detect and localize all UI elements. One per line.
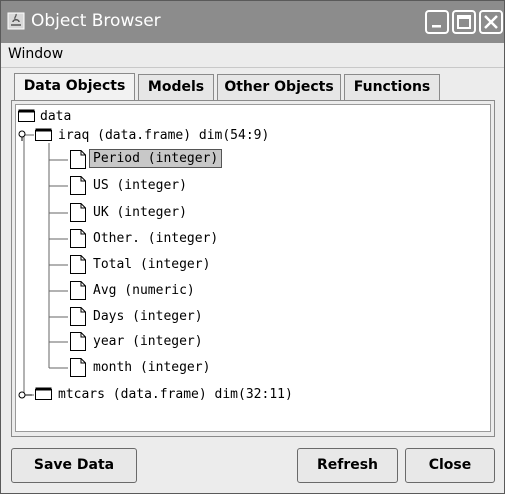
menu-bar: Window [1, 43, 504, 68]
tree-node-period[interactable]: Period (integer) [89, 149, 223, 168]
maximize-button[interactable] [452, 10, 476, 34]
folder-icon [35, 387, 52, 400]
tree-node-year[interactable]: year (integer) [93, 334, 203, 349]
menu-window[interactable]: Window [8, 46, 63, 62]
save-data-button[interactable]: Save Data [11, 448, 137, 483]
file-icon [70, 332, 86, 351]
close-window-button[interactable] [479, 10, 503, 34]
window-title: Object Browser [31, 11, 161, 31]
object-tree[interactable]: data iraq (data.frame) dim(54:9) Period … [15, 104, 491, 432]
tab-other-objects[interactable]: Other Objects [217, 74, 341, 100]
close-icon [484, 15, 498, 29]
tree-node-data[interactable]: data [40, 109, 71, 124]
tree-node-month[interactable]: month (integer) [93, 360, 210, 375]
title-bar[interactable]: Object Browser [1, 1, 504, 43]
tab-models[interactable]: Models [138, 74, 214, 100]
close-button[interactable]: Close [405, 448, 495, 483]
file-icon [70, 176, 86, 195]
file-icon [70, 307, 86, 326]
tree-node-iraq[interactable]: iraq (data.frame) dim(54:9) [58, 128, 269, 143]
tree-node-mtcars[interactable]: mtcars (data.frame) dim(32:11) [58, 387, 293, 402]
folder-icon [18, 109, 35, 122]
collapsed-handle-icon [18, 391, 32, 399]
file-icon [70, 358, 86, 377]
file-icon [70, 150, 86, 169]
tree-lines [23, 134, 68, 396]
minimize-icon [432, 25, 441, 28]
java-app-icon [7, 12, 25, 30]
tree-node-total[interactable]: Total (integer) [93, 257, 210, 272]
refresh-button[interactable]: Refresh [297, 448, 398, 483]
file-icon [70, 281, 86, 300]
file-icon [70, 229, 86, 248]
tree-node-avg[interactable]: Avg (numeric) [93, 283, 195, 298]
tab-functions[interactable]: Functions [344, 74, 440, 100]
expanded-handle-icon [18, 130, 26, 141]
maximize-icon [457, 15, 471, 29]
tab-data-objects[interactable]: Data Objects [14, 73, 135, 101]
tree-node-days[interactable]: Days (integer) [93, 309, 203, 324]
file-icon [70, 255, 86, 274]
file-icon [70, 203, 86, 222]
folder-icon [35, 128, 52, 141]
tree-node-uk[interactable]: UK (integer) [93, 205, 187, 220]
tree-node-us[interactable]: US (integer) [93, 178, 187, 193]
object-browser-window: Object Browser Window Data Objects Model… [0, 0, 505, 494]
tree-node-other[interactable]: Other. (integer) [93, 231, 218, 246]
minimize-button[interactable] [425, 10, 449, 34]
